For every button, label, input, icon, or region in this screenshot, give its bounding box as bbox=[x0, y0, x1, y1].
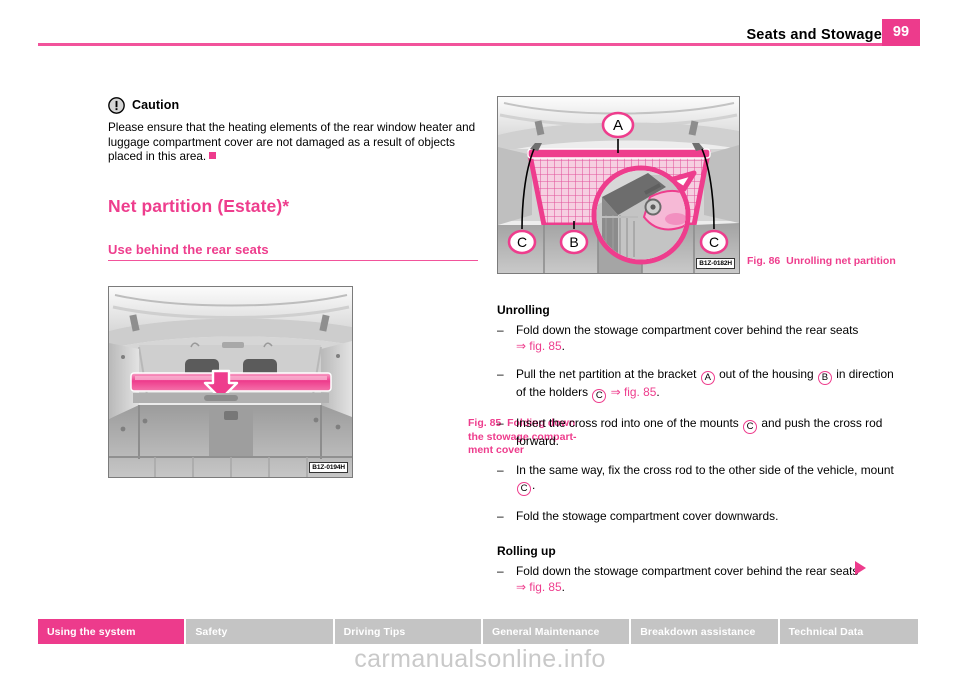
footer-tab-driving-tips[interactable]: Driving Tips bbox=[334, 619, 481, 644]
figure-86-image: A C B C B1Z-0182H bbox=[497, 96, 740, 274]
footer-tab-technical-data[interactable]: Technical Data bbox=[779, 619, 918, 644]
callout-letter-c: C bbox=[743, 420, 758, 435]
procedures-container: Unrolling – Fold down the stowage compartm… bbox=[497, 303, 897, 608]
subsection-title: Use behind the rear seats bbox=[108, 241, 269, 257]
end-of-block-marker bbox=[209, 152, 217, 160]
procedure-heading: Rolling up bbox=[497, 543, 556, 558]
svg-text:A: A bbox=[613, 117, 623, 134]
figure-86: A C B C B1Z-0182H Fig. 86 Unrolling net … bbox=[497, 96, 896, 274]
footer-tab-using-the-system[interactable]: Using the system bbox=[38, 619, 185, 644]
figure-85: B1Z-0194H Fig. 85 Folding down the stowa… bbox=[108, 286, 577, 478]
footer-tab-safety[interactable]: Safety bbox=[186, 619, 333, 644]
header-divider-rule bbox=[38, 43, 920, 46]
footer-tab-breakdown-assistance[interactable]: Breakdown assistance bbox=[631, 619, 778, 644]
figure-cross-reference[interactable]: ⇒ fig. 85 bbox=[611, 385, 657, 399]
figure-86-caption-text: Unrolling net partition bbox=[786, 255, 896, 267]
caution-body-text: Please ensure that the heating elements … bbox=[108, 121, 476, 164]
footer-tab-general-maintenance[interactable]: General Maintenance bbox=[482, 619, 630, 644]
page-number-label: 99 bbox=[892, 24, 910, 40]
figure-85-image: B1Z-0194H bbox=[108, 286, 353, 478]
callout-letter-c: C bbox=[592, 389, 607, 404]
figure-86-caption: Fig. 86 Unrolling net partition bbox=[747, 255, 897, 269]
caution-header: Caution bbox=[108, 95, 478, 115]
warning-exclamation-icon bbox=[108, 96, 125, 114]
section-title: Net partition (Estate)* bbox=[108, 195, 290, 216]
caution-body: Please ensure that the heating elements … bbox=[108, 121, 478, 165]
callout-letter-b: B bbox=[817, 371, 832, 386]
step-dash: – bbox=[497, 367, 504, 382]
step-dash: – bbox=[497, 509, 504, 524]
subsection-divider-rule bbox=[108, 259, 478, 262]
svg-text:B: B bbox=[569, 234, 578, 250]
step-dash: – bbox=[497, 323, 504, 337]
figure-85-code: B1Z-0194H bbox=[309, 462, 348, 473]
step-dash: – bbox=[497, 416, 504, 431]
svg-text:C: C bbox=[517, 234, 527, 250]
procedure-step: – Insert the cross rod into one of the mo… bbox=[497, 416, 883, 449]
figure-cross-reference[interactable]: ⇒ fig. 85 bbox=[516, 580, 562, 594]
watermark: carmanualsonline.info bbox=[354, 645, 606, 673]
caution-label: Caution bbox=[132, 98, 180, 112]
step-dash: – bbox=[497, 563, 504, 578]
figure-cross-reference[interactable]: ⇒ fig. 85 bbox=[516, 339, 562, 353]
page-number-badge: 99 bbox=[882, 19, 920, 46]
procedure-step: – Fold down the stowage compartment cover… bbox=[497, 563, 859, 594]
callout-letter-a: A bbox=[700, 371, 715, 386]
procedure-step: – Fold down the stowage compartment cover… bbox=[497, 323, 859, 353]
figure-86-code: B1Z-0182H bbox=[696, 258, 735, 269]
continue-arrow-icon bbox=[855, 561, 866, 575]
svg-text:C: C bbox=[709, 234, 719, 250]
procedure-step: – In the same way, fix the cross rod to t… bbox=[497, 462, 894, 497]
procedure-step: – Pull the net partition at the bracket A… bbox=[497, 367, 894, 404]
figure-86-caption-number: Fig. 86 bbox=[747, 255, 781, 267]
left-column: Caution Please ensure that the heating e… bbox=[108, 95, 478, 262]
procedure-step: – Fold the stowage compartment cover down… bbox=[497, 509, 779, 524]
page-title: Seats and Stowage bbox=[746, 27, 882, 43]
step-dash: – bbox=[497, 462, 504, 477]
procedure-heading: Unrolling bbox=[497, 303, 550, 317]
page-header: Seats and Stowage 99 bbox=[0, 0, 960, 55]
callout-letter-c: C bbox=[517, 482, 531, 497]
footer-nav: Using the system Safety Driving Tips Genera… bbox=[38, 619, 920, 644]
